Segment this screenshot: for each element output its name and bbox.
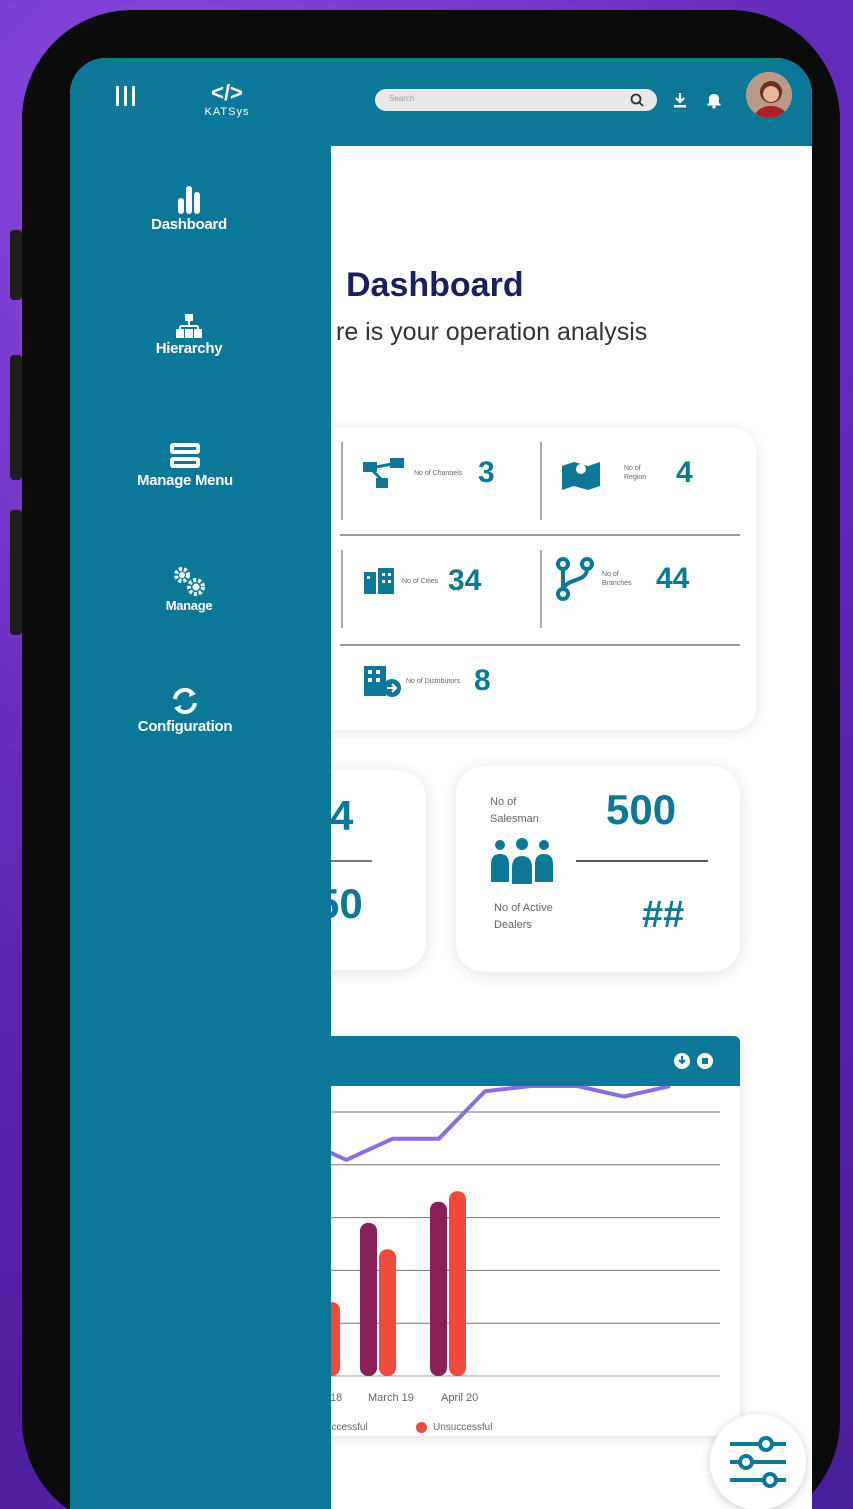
stat-value: 44 xyxy=(656,562,690,595)
stat-label: No of Cities xyxy=(402,577,439,585)
filter-button[interactable] xyxy=(710,1414,806,1509)
legend-label: Unsuccessful xyxy=(433,1422,493,1433)
divider xyxy=(340,644,740,646)
sidebar-item-manage-menu[interactable]: Manage Menu xyxy=(70,442,300,489)
divider xyxy=(340,534,740,536)
expand-icon[interactable] xyxy=(696,1052,714,1070)
channels-icon xyxy=(363,458,404,488)
stat-value: 34 xyxy=(448,564,482,597)
search-input[interactable]: Search xyxy=(375,89,657,111)
phone-volume-down-button xyxy=(10,510,22,635)
gears-icon xyxy=(174,567,205,596)
app-screen: Dashboard re is your operation analysis … xyxy=(70,58,812,1509)
divider xyxy=(341,442,343,520)
card-value-top: 4 xyxy=(330,792,354,839)
branch-icon xyxy=(556,557,594,601)
phone-side-button xyxy=(10,230,22,300)
building-arrow-icon xyxy=(364,666,401,697)
sidebar: Dashboard Hierarchy Manage Menu Manage C… xyxy=(70,146,331,1509)
sidebar-item-label: Hierarchy xyxy=(155,340,223,357)
chart-plot xyxy=(300,1086,720,1377)
sync-icon xyxy=(173,687,197,715)
stats-card: No of Channels 3 No of Region 4 No of Ci… xyxy=(270,428,756,730)
stat-label: No of Distributors xyxy=(406,677,461,685)
divider xyxy=(540,550,542,628)
x-tick-label: March 19 xyxy=(368,1392,414,1404)
stat-label: No of Channels xyxy=(414,469,463,477)
sidebar-item-label: Dashboard xyxy=(151,216,227,233)
stat-branches: No of Branches 44 xyxy=(554,556,689,602)
server-icon xyxy=(170,443,200,468)
stat-value: 4 xyxy=(676,456,693,489)
city-icon xyxy=(364,568,394,594)
download-icon[interactable] xyxy=(670,90,690,110)
stat-region: No of Region 4 xyxy=(560,456,693,490)
sidebar-item-dashboard[interactable]: Dashboard xyxy=(74,184,304,233)
sidebar-item-configuration[interactable]: Configuration xyxy=(70,686,300,735)
x-tick-label: April 20 xyxy=(441,1392,479,1404)
stat-channels: No of Channels 3 xyxy=(362,456,495,490)
phone-volume-up-button xyxy=(10,355,22,480)
stat-cities: No of Cities 34 xyxy=(362,564,481,598)
sidebar-item-label: Manage Menu xyxy=(137,472,233,489)
bar-unsuccessful xyxy=(449,1191,466,1376)
stat-label: No of Branches xyxy=(602,571,632,587)
sidebar-item-label: Manage xyxy=(165,598,213,613)
bar-chart-icon xyxy=(178,186,200,214)
sidebar-item-hierarchy[interactable]: Hierarchy xyxy=(74,314,304,357)
sidebar-item-manage[interactable]: Manage xyxy=(74,566,304,613)
sidebar-item-label: Configuration xyxy=(137,718,233,735)
legend-unsuccessful: Unsuccessful xyxy=(416,1422,492,1433)
bell-icon[interactable] xyxy=(704,90,724,110)
stat-distributors: No of Distributors 8 xyxy=(362,664,491,698)
logo-text: KATSys xyxy=(204,106,250,118)
people-group-icon xyxy=(491,838,553,884)
page-title: Dashboard xyxy=(346,266,524,304)
dealers-label: No of Active Dealers xyxy=(494,902,553,931)
bar-unsuccessful xyxy=(379,1249,396,1376)
legend-successful: uccessful xyxy=(326,1422,368,1433)
search-icon[interactable] xyxy=(629,92,645,108)
top-bar: </> KATSys Search xyxy=(70,58,812,146)
legend-label: uccessful xyxy=(326,1422,368,1433)
chart-header xyxy=(300,1036,740,1086)
hierarchy-icon xyxy=(176,314,202,338)
page-subtitle: re is your operation analysis xyxy=(336,318,648,346)
download-icon[interactable] xyxy=(673,1052,691,1070)
avatar[interactable] xyxy=(744,70,794,120)
logo-mark-icon: </> xyxy=(211,80,243,105)
divider xyxy=(540,442,542,520)
divider xyxy=(576,860,708,862)
stat-label: No of Region xyxy=(624,465,647,481)
sliders-icon xyxy=(730,1436,786,1488)
salesman-dealers-card: No of Salesman 500 No of Active Dealers … xyxy=(456,766,740,972)
divider xyxy=(341,550,343,628)
series-line xyxy=(300,1086,671,1162)
stat-value: 3 xyxy=(478,456,495,489)
stat-value: 8 xyxy=(474,664,491,697)
logo: </> KATSys xyxy=(192,82,262,126)
chart-card: 18 March 19 April 20 uccessful Unsuccess… xyxy=(300,1036,740,1436)
salesman-value: 500 xyxy=(606,786,677,833)
bar-successful xyxy=(360,1222,377,1376)
x-tick-label: 18 xyxy=(330,1392,343,1404)
map-icon xyxy=(562,462,600,490)
legend-dot xyxy=(416,1422,427,1433)
bar-successful xyxy=(430,1201,447,1376)
menu-toggle-icon[interactable] xyxy=(116,86,140,108)
dealers-value: ## xyxy=(642,894,685,936)
search-placeholder: Search xyxy=(389,94,415,103)
salesman-label: No of Salesman xyxy=(490,796,539,825)
